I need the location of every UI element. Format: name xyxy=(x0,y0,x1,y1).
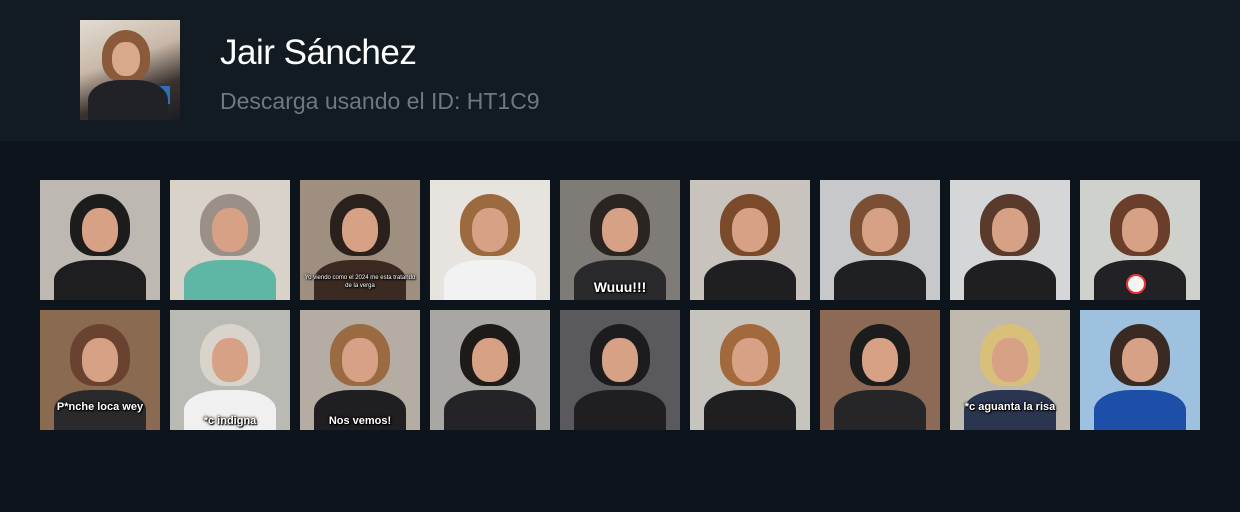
download-id-text: Descarga usando el ID: HT1C9 xyxy=(220,88,540,114)
thumbnail-figure-face xyxy=(992,208,1028,252)
thumbnail-figure-body xyxy=(704,390,796,430)
thumbnail-figure-face xyxy=(82,208,118,252)
profile-header: Jair Sánchez Descarga usando el ID: HT1C… xyxy=(0,0,1240,141)
video-thumbnail[interactable]: Wuuu!!! xyxy=(560,180,680,300)
thumbnail-figure-face xyxy=(602,338,638,382)
thumbnail-figure-body xyxy=(704,260,796,300)
video-thumbnail[interactable]: *c indigna xyxy=(170,310,290,430)
video-thumbnail[interactable]: P*nche loca wey xyxy=(40,310,160,430)
thumbnail-figure-body xyxy=(834,390,926,430)
clown-emoji-icon xyxy=(1126,274,1146,294)
thumbnail-figure-body xyxy=(1094,390,1186,430)
thumbnail-figure-body xyxy=(444,390,536,430)
thumbnail-caption: *c indigna xyxy=(203,415,257,427)
video-thumbnail[interactable] xyxy=(690,180,810,300)
video-thumbnail[interactable] xyxy=(430,310,550,430)
thumbnail-figure-face xyxy=(862,208,898,252)
video-thumbnail[interactable]: *c aguanta la risa xyxy=(950,310,1070,430)
thumbnail-figure-face xyxy=(212,338,248,382)
avatar-face xyxy=(112,42,140,76)
thumbnail-figure-face xyxy=(602,208,638,252)
avatar-body xyxy=(88,80,168,120)
thumbnail-figure-face xyxy=(212,208,248,252)
thumbnail-figure-face xyxy=(342,338,378,382)
video-thumbnail[interactable] xyxy=(950,180,1070,300)
thumbnail-figure-body xyxy=(834,260,926,300)
thumbnail-figure-face xyxy=(732,338,768,382)
thumbnail-caption: *c aguanta la risa xyxy=(964,401,1056,413)
thumbnail-figure-face xyxy=(472,208,508,252)
video-thumbnail[interactable]: Nos vemos! xyxy=(300,310,420,430)
avatar xyxy=(80,20,180,120)
thumbnail-caption: Nos vemos! xyxy=(328,415,392,427)
thumbnail-figure-face xyxy=(1122,208,1158,252)
video-thumbnail[interactable] xyxy=(820,180,940,300)
thumbnail-figure-body xyxy=(574,390,666,430)
thumbnail-figure-face xyxy=(732,208,768,252)
thumbnail-caption: Yo viendo como el 2024 me esta tratando … xyxy=(304,275,416,289)
thumbnail-figure-face xyxy=(862,338,898,382)
video-thumbnail[interactable] xyxy=(1080,310,1200,430)
thumbnail-figure-face xyxy=(342,208,378,252)
video-grid: Yo viendo como el 2024 me esta tratando … xyxy=(40,180,1200,430)
profile-name: Jair Sánchez xyxy=(220,33,417,72)
thumbnail-figure-face xyxy=(1122,338,1158,382)
thumbnail-figure-face xyxy=(472,338,508,382)
video-thumbnail[interactable]: Yo viendo como el 2024 me esta tratando … xyxy=(300,180,420,300)
thumbnail-figure-body xyxy=(964,260,1056,300)
thumbnail-figure-face xyxy=(992,338,1028,382)
thumbnail-caption: Wuuu!!! xyxy=(593,279,647,295)
video-thumbnail[interactable] xyxy=(40,180,160,300)
video-thumbnail[interactable] xyxy=(170,180,290,300)
video-thumbnail[interactable] xyxy=(820,310,940,430)
thumbnail-caption: P*nche loca wey xyxy=(56,401,144,413)
video-thumbnail[interactable] xyxy=(690,310,810,430)
thumbnail-figure-body xyxy=(444,260,536,300)
thumbnail-figure-body xyxy=(184,260,276,300)
thumbnail-figure-body xyxy=(54,260,146,300)
video-thumbnail[interactable] xyxy=(430,180,550,300)
thumbnail-figure-face xyxy=(82,338,118,382)
video-thumbnail[interactable] xyxy=(560,310,680,430)
video-thumbnail[interactable] xyxy=(1080,180,1200,300)
